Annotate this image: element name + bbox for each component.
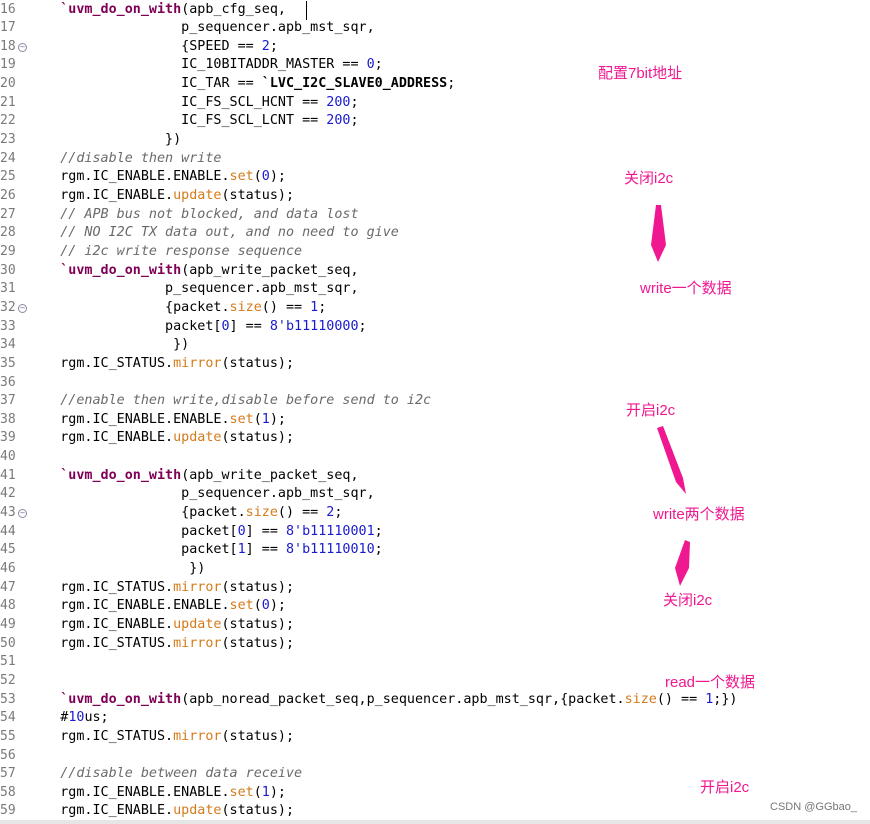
annotation-write-two: write两个数据: [653, 506, 745, 523]
annotation-close-i2c-1: 关闭i2c: [624, 170, 674, 187]
annotation-arrows: [651, 205, 690, 586]
annotation-open-i2c-1: 开启i2c: [626, 402, 676, 419]
horizontal-scrollbar[interactable]: [0, 820, 870, 824]
arrow-down-2: [657, 426, 686, 494]
annotation-open-i2c-2: 开启i2c: [700, 779, 750, 796]
annotation-close-i2c-2: 关闭i2c: [663, 592, 713, 609]
annotation-config-7bit: 配置7bit地址: [598, 65, 683, 82]
arrow-down-3: [675, 540, 690, 586]
arrow-down-1: [651, 205, 666, 262]
watermark: CSDN @GGbao_: [770, 801, 857, 813]
annotation-write-one: write一个数据: [640, 280, 732, 297]
annotation-read-one: read一个数据: [665, 674, 756, 691]
